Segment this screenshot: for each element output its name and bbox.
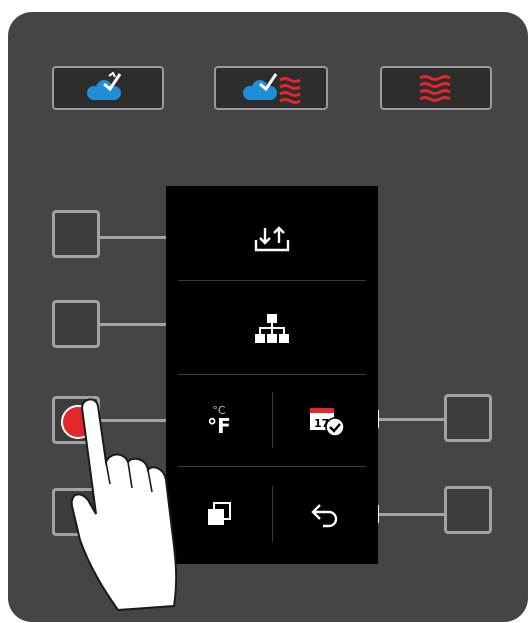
pointing-hand-icon — [70, 398, 178, 612]
